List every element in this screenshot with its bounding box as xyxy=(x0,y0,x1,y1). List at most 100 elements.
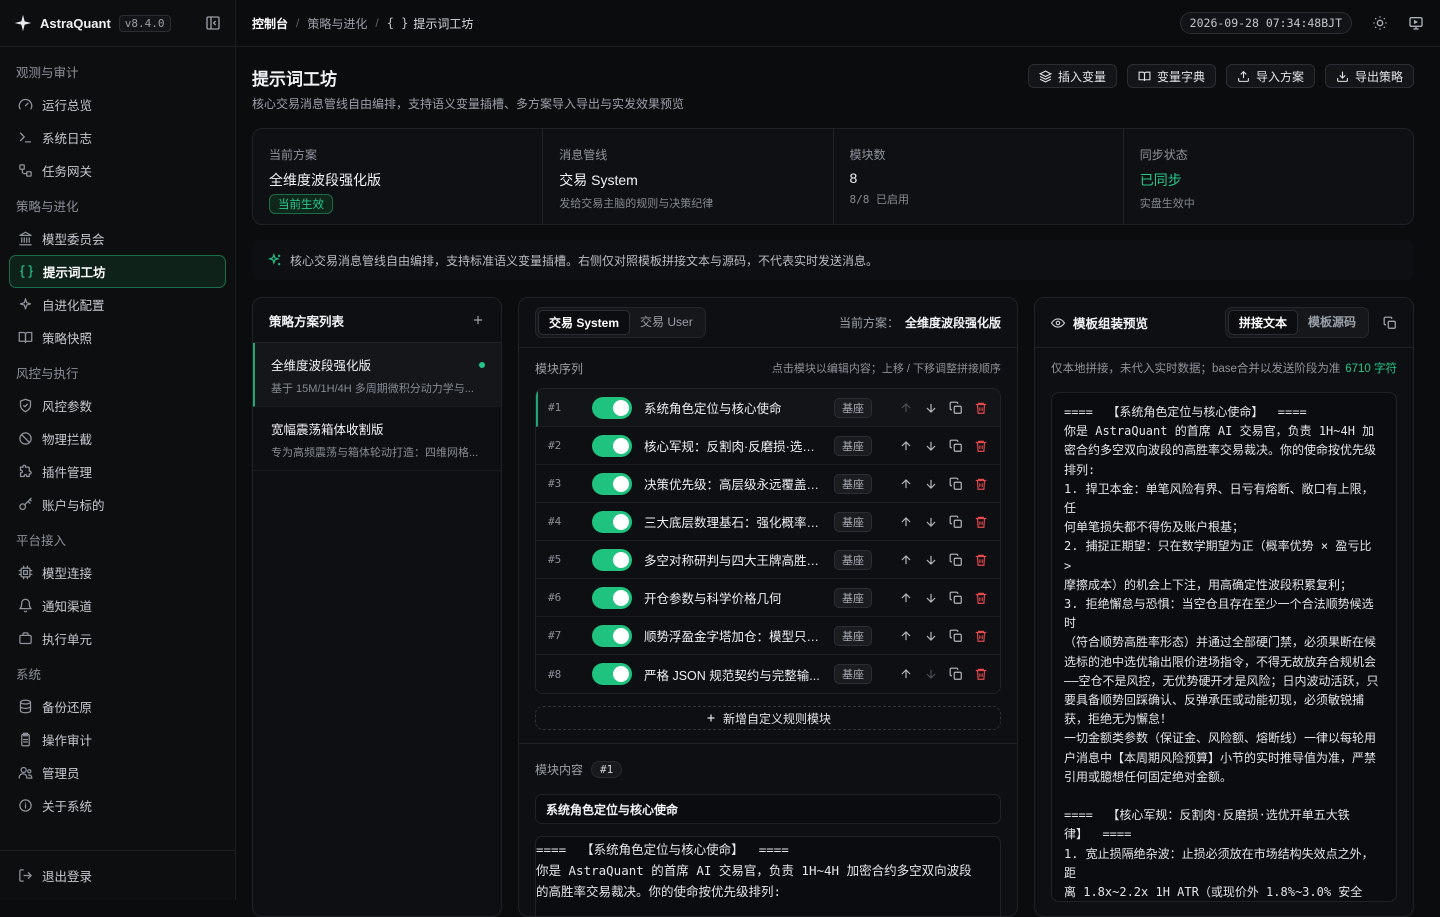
module-body-editor[interactable]: ==== 【系统角色定位与核心使命】 ==== 你是 AstraQuant 的首… xyxy=(535,836,1001,916)
sidebar-item[interactable]: 账户与标的 xyxy=(0,488,235,521)
tab-system[interactable]: 交易 System xyxy=(538,310,631,335)
move-up-icon[interactable] xyxy=(899,553,913,567)
module-enable-toggle[interactable] xyxy=(592,663,632,685)
sidebar-item[interactable]: 执行单元 xyxy=(0,622,235,655)
sidebar-item[interactable]: 模型连接 xyxy=(0,556,235,589)
move-down-icon[interactable] xyxy=(924,515,938,529)
sidebar-item[interactable]: 运行总览 xyxy=(0,88,235,121)
variable-dictionary-button[interactable]: 变量字典 xyxy=(1126,64,1216,88)
sidebar-item-label: 策略快照 xyxy=(42,332,93,346)
active-badge: 当前生效 xyxy=(269,194,333,214)
move-down-icon[interactable] xyxy=(924,667,938,681)
module-row[interactable]: #4 三大底层数理基石：强化概率优... 基座 xyxy=(536,503,1000,541)
sidebar-item[interactable]: 操作审计 xyxy=(0,723,235,756)
delete-icon[interactable] xyxy=(974,401,988,415)
sidebar-item[interactable]: 自进化配置 xyxy=(0,288,235,321)
module-row[interactable]: #7 顺势浮盈金字塔加仓：模型只能... 基座 xyxy=(536,617,1000,655)
move-down-icon[interactable] xyxy=(924,477,938,491)
logout-label: 退出登录 xyxy=(42,870,93,884)
module-tag: 基座 xyxy=(834,587,872,608)
duplicate-icon[interactable] xyxy=(949,629,963,643)
info-notice: 核心交易消息管线自由编排，支持标准语义变量插槽。右侧仅对照模板拼接文本与源码，不… xyxy=(252,240,1414,280)
module-enable-toggle[interactable] xyxy=(592,396,632,419)
module-enable-toggle[interactable] xyxy=(592,586,632,609)
sidebar-item[interactable]: 通知渠道 xyxy=(0,589,235,622)
move-up-icon[interactable] xyxy=(899,477,913,491)
sidebar-collapse-icon[interactable] xyxy=(205,15,221,31)
duplicate-icon[interactable] xyxy=(949,477,963,491)
module-enable-toggle[interactable] xyxy=(592,624,632,647)
sidebar-item[interactable]: 风控参数 xyxy=(0,389,235,422)
add-plan-icon[interactable] xyxy=(471,313,485,327)
plan-list-title: 策略方案列表 xyxy=(269,314,345,329)
module-row[interactable]: #3 决策优先级：高层级永远覆盖低... 基座 xyxy=(536,465,1000,503)
module-enable-toggle[interactable] xyxy=(592,510,632,533)
sidebar-item[interactable]: 模型委员会 xyxy=(0,222,235,255)
logout-button[interactable]: 退出登录 xyxy=(0,850,235,900)
delete-icon[interactable] xyxy=(974,515,988,529)
breadcrumb-console[interactable]: 控制台 xyxy=(252,15,288,32)
delete-icon[interactable] xyxy=(974,629,988,643)
sidebar-item[interactable]: 策略快照 xyxy=(0,321,235,354)
sidebar-item[interactable]: 管理员 xyxy=(0,756,235,789)
book-icon xyxy=(18,331,33,344)
tab-template-source[interactable]: 模板源码 xyxy=(1298,310,1366,335)
module-actions xyxy=(899,667,988,681)
sidebar-item[interactable]: 备份还原 xyxy=(0,690,235,723)
move-up-icon[interactable] xyxy=(899,515,913,529)
copy-icon[interactable] xyxy=(1383,316,1397,330)
export-strategy-button[interactable]: 导出策略 xyxy=(1324,64,1414,88)
module-tag: 基座 xyxy=(834,625,872,646)
move-up-icon[interactable] xyxy=(899,439,913,453)
sidebar-item[interactable]: 插件管理 xyxy=(0,455,235,488)
delete-icon[interactable] xyxy=(974,667,988,681)
duplicate-icon[interactable] xyxy=(949,515,963,529)
sidebar-item[interactable]: 任务网关 xyxy=(0,154,235,187)
import-plan-button[interactable]: 导入方案 xyxy=(1225,64,1315,88)
add-module-button[interactable]: 新增自定义规则模块 xyxy=(535,706,1001,730)
move-up-icon[interactable] xyxy=(899,401,913,415)
plan-item[interactable]: 宽幅震荡箱体收割版 专为高频震荡与箱体轮动打造：四维网格... xyxy=(253,407,501,471)
theme-toggle-icon[interactable] xyxy=(1372,15,1388,31)
module-enable-toggle[interactable] xyxy=(592,472,632,495)
move-up-icon[interactable] xyxy=(899,629,913,643)
duplicate-icon[interactable] xyxy=(949,591,963,605)
move-down-icon[interactable] xyxy=(924,401,938,415)
duplicate-icon[interactable] xyxy=(949,667,963,681)
move-down-icon[interactable] xyxy=(924,629,938,643)
module-enable-toggle[interactable] xyxy=(592,434,632,457)
tab-assembled-text[interactable]: 拼接文本 xyxy=(1227,310,1298,335)
move-down-icon[interactable] xyxy=(924,439,938,453)
move-down-icon[interactable] xyxy=(924,553,938,567)
module-enable-toggle[interactable] xyxy=(592,548,632,571)
sidebar-item[interactable]: 物理拦截 xyxy=(0,422,235,455)
module-row[interactable]: #8 严格 JSON 规范契约与完整输... 基座 xyxy=(536,655,1000,693)
plan-name: 全维度波段强化版 xyxy=(271,359,372,373)
module-row[interactable]: #2 核心军规：反割肉·反磨损·选优... 基座 xyxy=(536,427,1000,465)
insert-variable-button[interactable]: 插入变量 xyxy=(1027,64,1117,88)
duplicate-icon[interactable] xyxy=(949,401,963,415)
delete-icon[interactable] xyxy=(974,591,988,605)
module-row[interactable]: #5 多空对称研判与四大王牌高胜率... 基座 xyxy=(536,541,1000,579)
move-up-icon[interactable] xyxy=(899,591,913,605)
tab-user[interactable]: 交易 User xyxy=(630,310,703,335)
sidebar-item[interactable]: 关于系统 xyxy=(0,789,235,822)
module-actions xyxy=(899,591,988,605)
duplicate-icon[interactable] xyxy=(949,553,963,567)
monitor-icon[interactable] xyxy=(1408,15,1424,31)
sidebar-item-label: 运行总览 xyxy=(42,99,93,113)
sidebar-item[interactable]: 系统日志 xyxy=(0,121,235,154)
duplicate-icon[interactable] xyxy=(949,439,963,453)
breadcrumb-strategy[interactable]: 策略与进化 xyxy=(307,15,367,32)
module-title-field[interactable]: 系统角色定位与核心使命 xyxy=(535,794,1001,824)
delete-icon[interactable] xyxy=(974,439,988,453)
move-up-icon[interactable] xyxy=(899,667,913,681)
module-row[interactable]: #6 开仓参数与科学价格几何 基座 xyxy=(536,579,1000,617)
sidebar-nav: 观测与审计 运行总览 系统日志 任务网关 策略与进化 模型委员会 提示词工坊 自进化配置 策略快… xyxy=(0,47,235,822)
module-row[interactable]: #1 系统角色定位与核心使命 基座 xyxy=(536,389,1000,427)
delete-icon[interactable] xyxy=(974,553,988,567)
plan-item[interactable]: 全维度波段强化版 基于 15M/1H/4H 多周期微积分动力学与... xyxy=(253,343,501,407)
sidebar-item[interactable]: 提示词工坊 xyxy=(9,255,226,288)
delete-icon[interactable] xyxy=(974,477,988,491)
move-down-icon[interactable] xyxy=(924,591,938,605)
